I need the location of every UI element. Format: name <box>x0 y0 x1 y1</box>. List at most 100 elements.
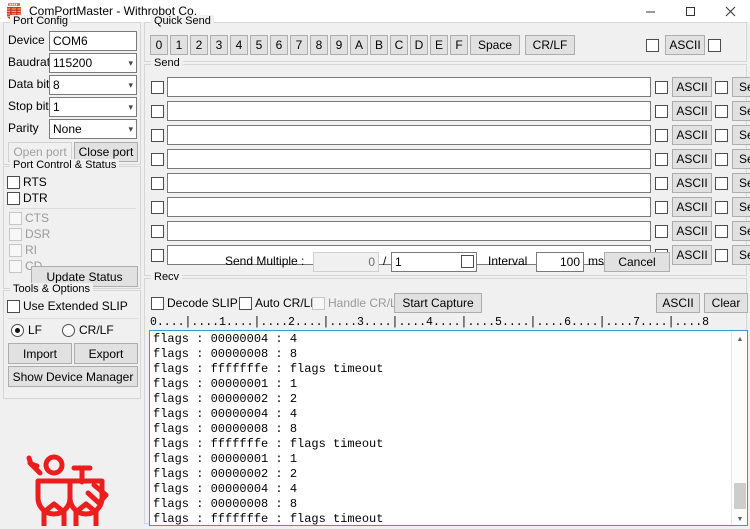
quick-send-space-button[interactable]: Space <box>470 35 520 55</box>
lf-radio[interactable] <box>11 323 24 337</box>
quick-send-button-3[interactable]: 3 <box>210 35 228 55</box>
send-enable-checkbox[interactable] <box>715 201 728 214</box>
import-button[interactable]: Import <box>8 343 72 364</box>
dtr-checkbox[interactable] <box>7 191 20 205</box>
quick-send-ascii-button[interactable]: ASCII <box>665 35 705 55</box>
send-ascii-checkbox[interactable] <box>655 177 668 190</box>
send-ascii-button[interactable]: ASCII <box>672 149 712 169</box>
send-button[interactable]: Send <box>732 101 750 121</box>
send-ascii-button[interactable]: ASCII <box>672 125 712 145</box>
send-enable-checkbox[interactable] <box>715 153 728 166</box>
quick-send-button-0[interactable]: 0 <box>150 35 168 55</box>
quick-send-button-4[interactable]: 4 <box>230 35 248 55</box>
send-row-checkbox[interactable] <box>151 105 164 118</box>
send-ascii-checkbox[interactable] <box>655 81 668 94</box>
quick-send-button-f[interactable]: F <box>450 35 468 55</box>
receive-log-area[interactable]: flags : 00000004 : 4 flags : 00000008 : … <box>149 330 748 526</box>
use-extended-slip-checkbox[interactable] <box>7 299 20 313</box>
device-input[interactable]: COM6 <box>49 31 137 51</box>
recv-ascii-button[interactable]: ASCII <box>656 293 700 313</box>
send-ascii-checkbox[interactable] <box>655 129 668 142</box>
send-enable-checkbox[interactable] <box>715 105 728 118</box>
quick-send-button-6[interactable]: 6 <box>270 35 288 55</box>
send-input[interactable] <box>167 77 651 97</box>
lf-radio-row[interactable]: LF <box>11 323 42 337</box>
quick-send-crlf-button[interactable]: CR/LF <box>525 35 575 55</box>
scroll-up-icon[interactable]: ▲ <box>732 331 747 347</box>
send-ascii-button[interactable]: ASCII <box>672 245 712 265</box>
dtr-checkbox-row[interactable]: DTR <box>7 191 48 205</box>
quick-send-button-9[interactable]: 9 <box>330 35 348 55</box>
send-input[interactable] <box>167 221 651 241</box>
quick-send-button-8[interactable]: 8 <box>310 35 328 55</box>
auto-crlf-checkbox[interactable] <box>239 297 252 310</box>
minimize-button[interactable] <box>630 0 670 22</box>
send-enable-checkbox[interactable] <box>715 129 728 142</box>
send-button[interactable]: Send <box>732 221 750 241</box>
extended-slip-row[interactable]: Use Extended SLIP <box>7 299 128 313</box>
send-enable-checkbox[interactable] <box>715 81 728 94</box>
rts-checkbox[interactable] <box>7 175 20 189</box>
send-ascii-button[interactable]: ASCII <box>672 77 712 97</box>
quick-send-button-1[interactable]: 1 <box>170 35 188 55</box>
send-input[interactable] <box>167 173 651 193</box>
send-input[interactable] <box>167 125 651 145</box>
export-button[interactable]: Export <box>74 343 138 364</box>
send-ascii-checkbox[interactable] <box>655 225 668 238</box>
send-button[interactable]: Send <box>732 173 750 193</box>
send-row-checkbox[interactable] <box>151 177 164 190</box>
send-row-checkbox[interactable] <box>151 129 164 142</box>
show-device-manager-button[interactable]: Show Device Manager <box>8 366 138 387</box>
rts-checkbox-row[interactable]: RTS <box>7 175 47 189</box>
send-multiple-checkbox[interactable] <box>461 255 474 268</box>
send-button[interactable]: Send <box>732 149 750 169</box>
log-vertical-scrollbar[interactable]: ▲ ▼ <box>731 331 747 525</box>
send-row-checkbox[interactable] <box>151 225 164 238</box>
send-ascii-button[interactable]: ASCII <box>672 221 712 241</box>
send-enable-checkbox[interactable] <box>715 249 728 262</box>
send-ascii-button[interactable]: ASCII <box>672 173 712 193</box>
clear-button[interactable]: Clear <box>704 293 748 313</box>
send-input[interactable] <box>167 197 651 217</box>
send-ascii-checkbox[interactable] <box>655 105 668 118</box>
send-enable-checkbox[interactable] <box>715 177 728 190</box>
quick-send-button-e[interactable]: E <box>430 35 448 55</box>
quick-send-button-b[interactable]: B <box>370 35 388 55</box>
quick-send-button-c[interactable]: C <box>390 35 408 55</box>
cancel-button[interactable]: Cancel <box>604 252 670 272</box>
quick-send-button-5[interactable]: 5 <box>250 35 268 55</box>
send-ascii-button[interactable]: ASCII <box>672 101 712 121</box>
quick-send-button-7[interactable]: 7 <box>290 35 308 55</box>
scroll-down-icon[interactable]: ▼ <box>732 511 747 525</box>
send-button[interactable]: Send <box>732 197 750 217</box>
send-row-checkbox[interactable] <box>151 153 164 166</box>
crlf-radio-row[interactable]: CR/LF <box>62 323 114 337</box>
quick-send-right-checkbox[interactable] <box>708 39 721 52</box>
start-capture-button[interactable]: Start Capture <box>394 293 482 313</box>
send-ascii-button[interactable]: ASCII <box>672 197 712 217</box>
decode-slip-checkbox[interactable] <box>151 297 164 310</box>
send-button[interactable]: Send <box>732 245 750 265</box>
interval-input[interactable]: 100 <box>536 252 584 272</box>
parity-select[interactable]: None ▾ <box>49 119 137 139</box>
maximize-button[interactable] <box>670 0 710 22</box>
quick-send-button-2[interactable]: 2 <box>190 35 208 55</box>
send-row-checkbox[interactable] <box>151 201 164 214</box>
close-button[interactable] <box>710 0 750 22</box>
send-row-checkbox[interactable] <box>151 81 164 94</box>
crlf-radio[interactable] <box>62 323 75 337</box>
send-ascii-checkbox[interactable] <box>655 153 668 166</box>
stopbits-select[interactable]: 1 ▾ <box>49 97 137 117</box>
send-button[interactable]: Send <box>732 125 750 145</box>
send-enable-checkbox[interactable] <box>715 225 728 238</box>
quick-send-button-d[interactable]: D <box>410 35 428 55</box>
databits-select[interactable]: 8 ▾ <box>49 75 137 95</box>
send-input[interactable] <box>167 149 651 169</box>
baudrate-select[interactable]: 115200 ▾ <box>49 53 137 73</box>
quick-send-left-checkbox[interactable] <box>646 39 659 52</box>
quick-send-button-a[interactable]: A <box>350 35 368 55</box>
send-ascii-checkbox[interactable] <box>655 201 668 214</box>
scrollbar-thumb[interactable] <box>734 483 746 509</box>
send-input[interactable] <box>167 101 651 121</box>
send-button[interactable]: Send <box>732 77 750 97</box>
